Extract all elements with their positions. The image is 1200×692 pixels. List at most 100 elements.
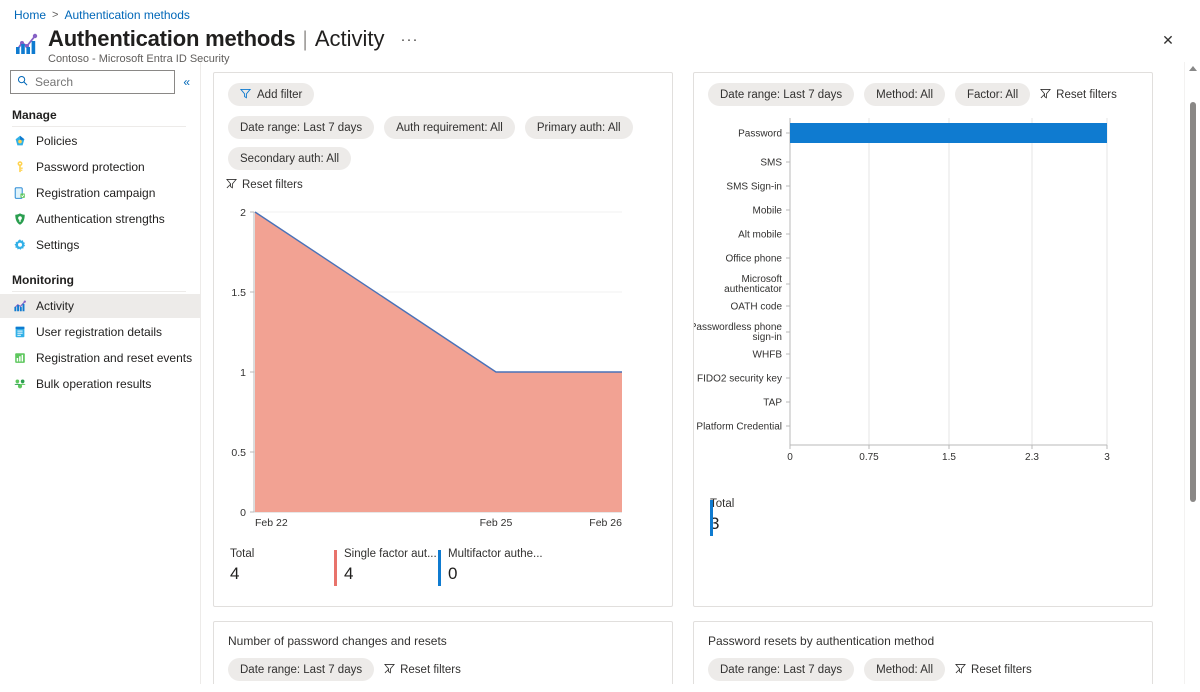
vertical-scrollbar[interactable] bbox=[1184, 62, 1200, 684]
collapse-sidebar-button[interactable]: « bbox=[181, 75, 192, 89]
sidebar-item-settings[interactable]: Settings bbox=[0, 233, 200, 257]
chip-method[interactable]: Method: All bbox=[864, 658, 946, 681]
key-icon bbox=[12, 160, 27, 175]
sidebar-item-user-registration-details[interactable]: User registration details bbox=[0, 320, 200, 344]
page-title-block: Authentication methods | Activity ··· Co… bbox=[48, 26, 419, 65]
page-header: Authentication methods | Activity ··· Co… bbox=[0, 22, 1200, 65]
reset-filters-label: Reset filters bbox=[242, 179, 303, 191]
card-title: Number of password changes and resets bbox=[228, 634, 447, 648]
chip-method[interactable]: Method: All bbox=[864, 83, 946, 106]
svg-text:0.75: 0.75 bbox=[859, 452, 879, 463]
chip-secondary-auth[interactable]: Secondary auth: All bbox=[228, 147, 352, 170]
svg-text:2.3: 2.3 bbox=[1025, 452, 1039, 463]
bulk-operations-icon bbox=[12, 377, 27, 392]
reset-filter-icon bbox=[955, 663, 966, 677]
svg-text:TAP: TAP bbox=[763, 398, 782, 409]
sidebar-item-authentication-strengths[interactable]: Authentication strengths bbox=[0, 207, 200, 231]
svg-text:1: 1 bbox=[240, 367, 246, 379]
password-changes-chip-row: Date range: Last 7 days Reset filters bbox=[214, 648, 672, 681]
body-wrapper: « Manage Policies bbox=[0, 62, 1200, 684]
reset-filter-icon bbox=[384, 663, 396, 677]
svg-text:sign-in: sign-in bbox=[753, 332, 782, 343]
sidebar-item-label: Authentication strengths bbox=[36, 212, 165, 226]
gear-icon bbox=[12, 238, 27, 253]
metric-accent-bar bbox=[710, 500, 713, 536]
chip-primary-auth[interactable]: Primary auth: All bbox=[524, 116, 633, 139]
reset-filters-button[interactable]: Reset filters bbox=[226, 178, 303, 192]
policies-icon bbox=[12, 134, 27, 149]
sidebar-item-bulk-operation-results[interactable]: Bulk operation results bbox=[0, 372, 200, 396]
svg-text:WHFB: WHFB bbox=[753, 350, 783, 361]
reset-filters-label: Reset filters bbox=[971, 663, 1032, 676]
auth-methods-bar-chart[interactable]: Password SMS SMS Sign-in Mobile Alt mobi… bbox=[690, 106, 1152, 490]
card-auth-methods-usage: Date range: Last 7 days Method: All Fact… bbox=[690, 72, 1153, 607]
signins-area-chart[interactable]: 2 1.5 1 0.5 0 Feb 22 Feb 25 Feb 26 bbox=[214, 194, 672, 540]
user-registration-icon bbox=[12, 325, 27, 340]
search-input[interactable] bbox=[33, 74, 169, 90]
sidebar-divider-monitoring bbox=[12, 291, 186, 292]
cards-grid: Add filter Date range: Last 7 days Auth … bbox=[201, 62, 1200, 684]
sidebar-search-row: « bbox=[0, 70, 200, 94]
metric-label: Multifactor authe... bbox=[448, 548, 543, 560]
search-input-wrapper[interactable] bbox=[10, 70, 176, 94]
sidebar-item-registration-campaign[interactable]: Registration campaign bbox=[0, 181, 200, 205]
sidebar-item-registration-and-reset-events[interactable]: Registration and reset events bbox=[0, 346, 200, 370]
chip-auth-requirement[interactable]: Auth requirement: All bbox=[384, 116, 515, 139]
svg-text:OATH code: OATH code bbox=[731, 302, 783, 313]
sidebar-item-activity[interactable]: Activity bbox=[0, 294, 200, 318]
activity-chart-icon bbox=[12, 299, 27, 314]
svg-text:0: 0 bbox=[240, 507, 246, 519]
shield-icon bbox=[12, 212, 27, 227]
scrollbar-thumb[interactable] bbox=[1190, 102, 1196, 502]
svg-text:Feb 25: Feb 25 bbox=[480, 517, 513, 529]
add-filter-button[interactable]: Add filter bbox=[228, 83, 315, 106]
metric-multifactor: Multifactor authe... 0 bbox=[438, 548, 543, 586]
metric-value: 4 bbox=[230, 564, 240, 583]
card-title: Password resets by authentication method bbox=[708, 634, 935, 648]
registration-campaign-icon bbox=[12, 186, 27, 201]
sidebar-divider-manage bbox=[12, 126, 186, 127]
breadcrumb-separator: > bbox=[52, 9, 59, 21]
metric-value: 4 bbox=[344, 564, 354, 583]
methods-chip-row: Date range: Last 7 days Method: All Fact… bbox=[694, 73, 1152, 106]
filter-icon bbox=[239, 88, 252, 102]
search-icon bbox=[17, 75, 28, 89]
sidebar-section-monitoring-title: Monitoring bbox=[12, 273, 74, 287]
close-icon[interactable]: ✕ bbox=[1154, 26, 1182, 54]
breadcrumb-home[interactable]: Home bbox=[14, 8, 46, 22]
reset-filters-button[interactable]: Reset filters bbox=[384, 663, 461, 677]
svg-text:FIDO2 security key: FIDO2 security key bbox=[697, 374, 782, 385]
svg-text:1.5: 1.5 bbox=[231, 287, 246, 299]
signins-reset-row: Reset filters bbox=[214, 170, 672, 194]
metric-label: Total bbox=[710, 498, 735, 510]
chip-date-range[interactable]: Date range: Last 7 days bbox=[708, 83, 855, 106]
svg-text:0: 0 bbox=[787, 452, 793, 463]
chip-factor[interactable]: Factor: All bbox=[955, 83, 1031, 106]
svg-text:authenticator: authenticator bbox=[724, 284, 782, 295]
reset-filters-button[interactable]: Reset filters bbox=[1040, 88, 1117, 102]
metric-single-factor: Single factor aut... 4 bbox=[334, 548, 438, 586]
more-options-button[interactable]: ··· bbox=[401, 31, 419, 48]
chip-date-range[interactable]: Date range: Last 7 days bbox=[228, 658, 375, 681]
svg-text:3: 3 bbox=[1104, 452, 1110, 463]
reset-filters-label: Reset filters bbox=[1056, 88, 1117, 101]
sidebar: « Manage Policies bbox=[0, 62, 200, 684]
sidebar-item-label: Activity bbox=[36, 299, 75, 313]
sidebar-item-label: Bulk operation results bbox=[36, 377, 152, 391]
sidebar-section-manage-title: Manage bbox=[12, 108, 57, 122]
metric-accent-bar bbox=[334, 550, 337, 586]
breadcrumb-current[interactable]: Authentication methods bbox=[64, 8, 189, 22]
svg-text:Mobile: Mobile bbox=[753, 206, 783, 217]
svg-text:SMS Sign-in: SMS Sign-in bbox=[726, 182, 782, 193]
sidebar-item-password-protection[interactable]: Password protection bbox=[0, 155, 200, 179]
content-area: Add filter Date range: Last 7 days Auth … bbox=[200, 62, 1200, 684]
metric-total: Total 3 bbox=[710, 498, 814, 536]
reset-filters-button[interactable]: Reset filters bbox=[955, 663, 1032, 677]
chip-date-range[interactable]: Date range: Last 7 days bbox=[708, 658, 855, 681]
reset-filter-icon bbox=[1040, 88, 1052, 102]
sidebar-item-policies[interactable]: Policies bbox=[0, 129, 200, 153]
add-filter-label: Add filter bbox=[257, 88, 303, 101]
svg-text:SMS: SMS bbox=[760, 158, 782, 169]
chip-date-range[interactable]: Date range: Last 7 days bbox=[228, 116, 375, 139]
scroll-up-arrow-icon[interactable] bbox=[1189, 66, 1197, 71]
